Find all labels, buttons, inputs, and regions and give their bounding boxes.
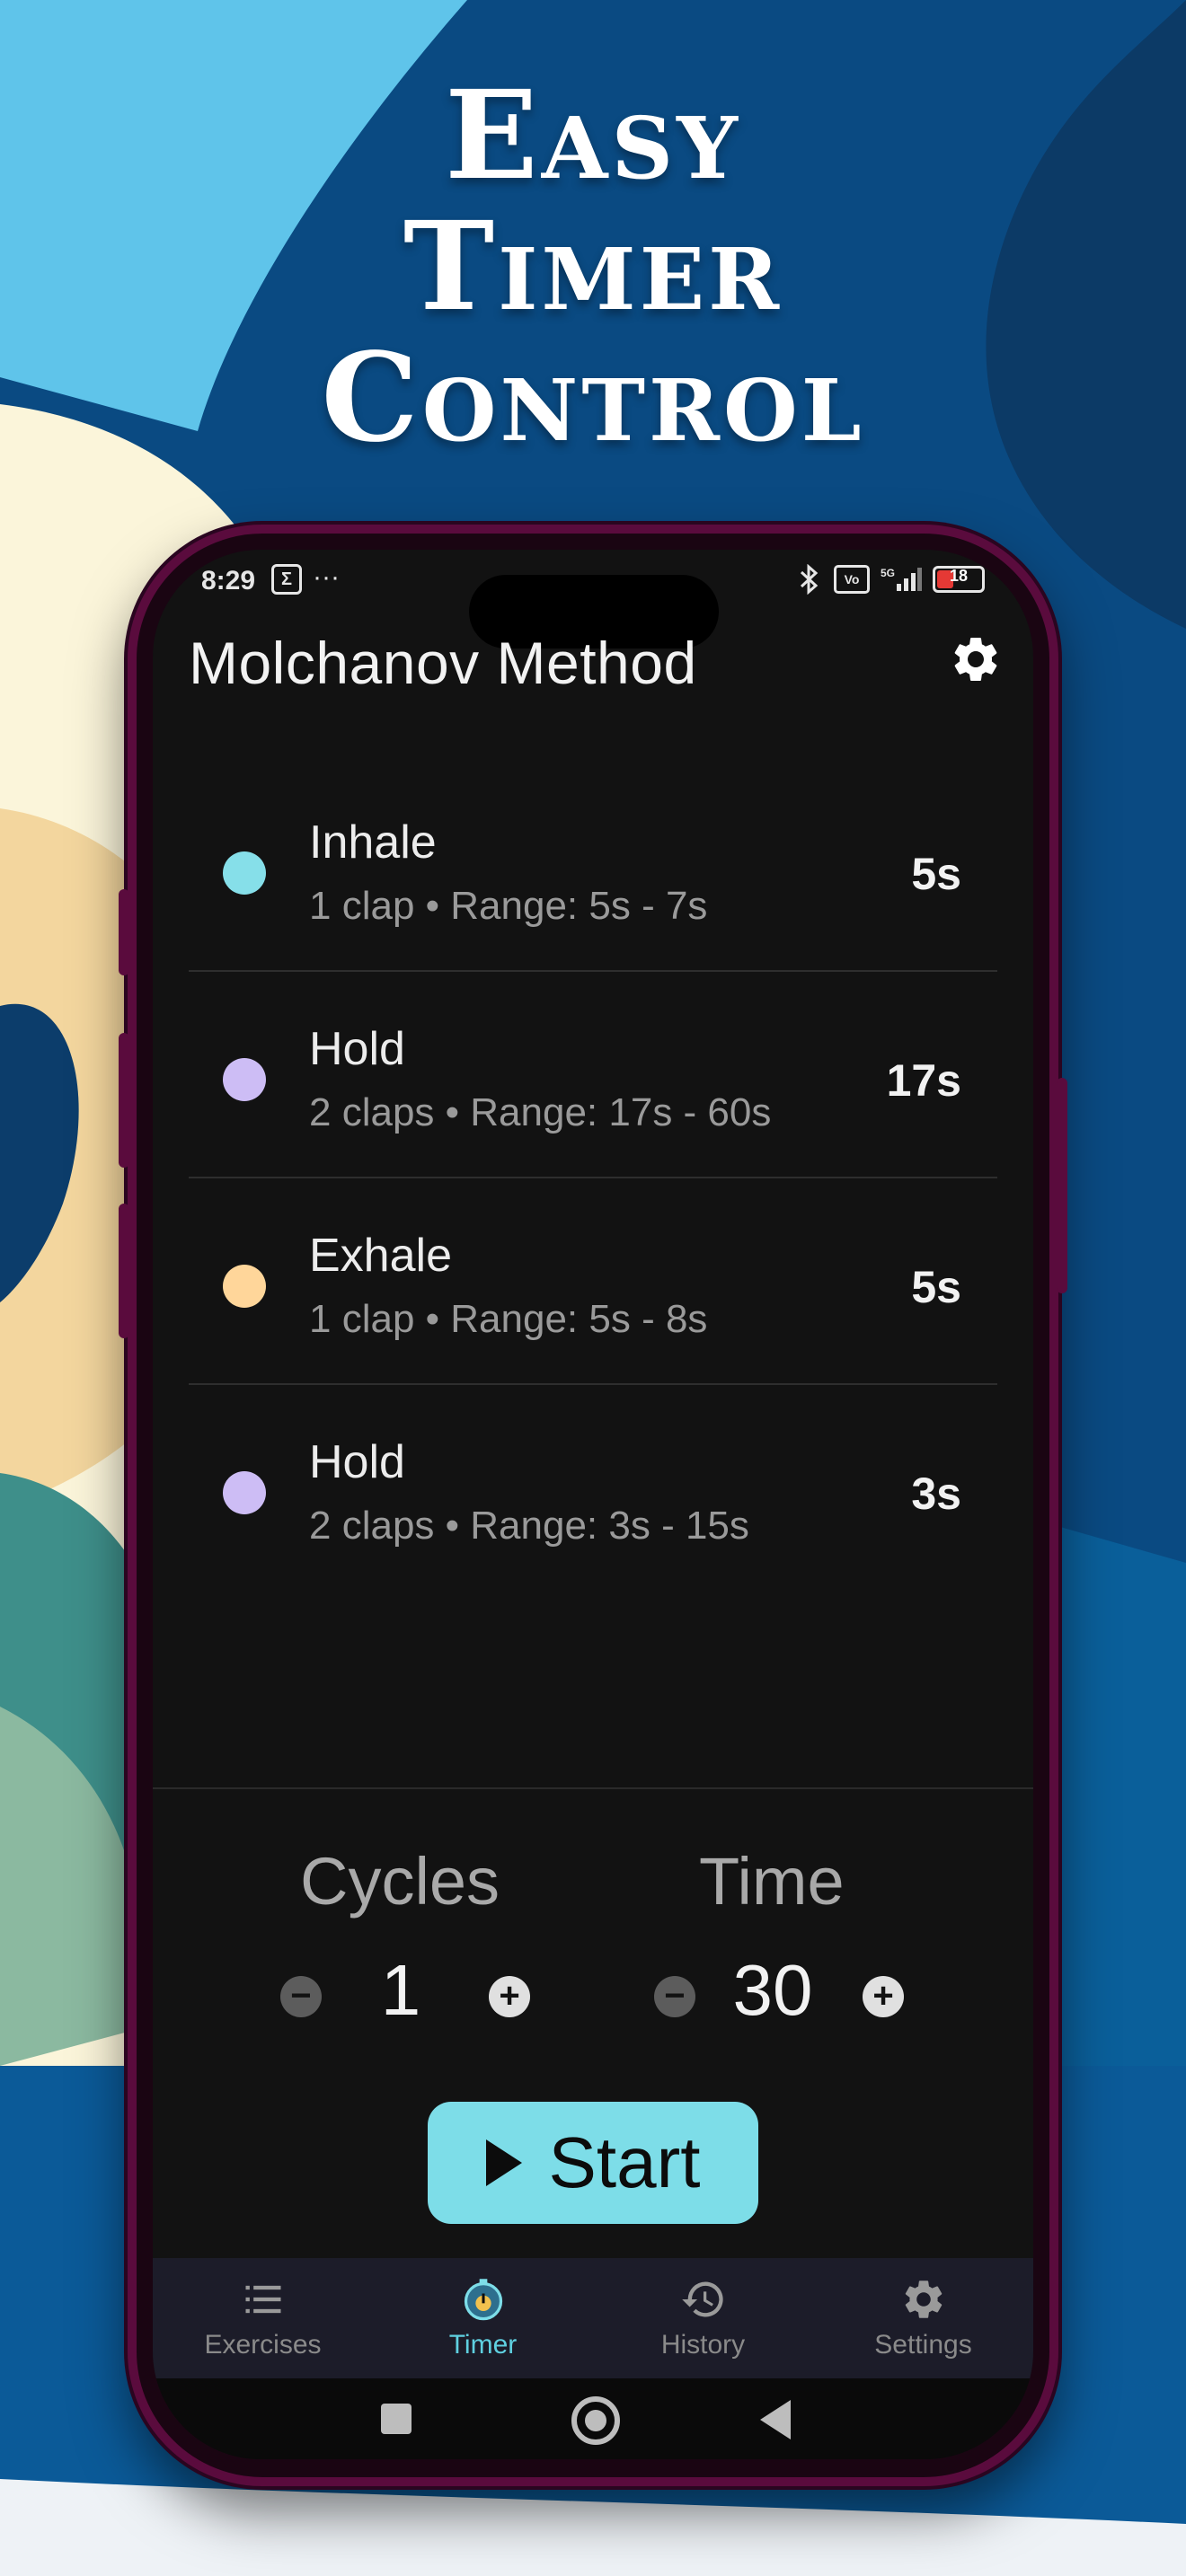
phase-row-hold-2[interactable]: Hold 2 claps • Range: 3s - 15s 3s bbox=[189, 1385, 997, 1590]
phase-duration: 17s bbox=[886, 1055, 961, 1106]
phase-row-exhale[interactable]: Exhale 1 clap • Range: 5s - 8s 5s bbox=[189, 1178, 997, 1385]
phase-color-dot bbox=[223, 851, 266, 895]
phase-color-dot bbox=[223, 1058, 266, 1101]
time-label: Time bbox=[699, 1844, 845, 1919]
home-icon[interactable] bbox=[571, 2396, 620, 2445]
time-decrement-button[interactable]: − bbox=[654, 1976, 695, 2017]
nav-label: History bbox=[660, 2330, 746, 2360]
start-button[interactable]: Start bbox=[428, 2102, 758, 2224]
nav-label: Settings bbox=[874, 2330, 972, 2360]
phase-detail: 2 claps • Range: 3s - 15s bbox=[309, 1504, 749, 1548]
battery-icon: 18 bbox=[933, 566, 985, 593]
timer-icon bbox=[464, 2279, 502, 2321]
bottom-navigation: Exercises Timer History Settings bbox=[153, 2258, 1033, 2378]
status-bar: 8:29 Σ ··· Vo 5G 18 bbox=[201, 559, 985, 604]
nav-history[interactable]: History bbox=[593, 2258, 813, 2378]
phase-list: Inhale 1 clap • Range: 5s - 7s 5s Hold 2… bbox=[189, 765, 997, 1590]
cycles-label: Cycles bbox=[300, 1844, 500, 1919]
more-notifications-icon: ··· bbox=[313, 562, 340, 592]
app-title: Molchanov Method bbox=[189, 630, 697, 696]
cycles-value: 1 bbox=[380, 1950, 421, 2030]
nav-label: Exercises bbox=[204, 2330, 322, 2360]
phone-screen: 8:29 Σ ··· Vo 5G 18 Molchanov Method Inh… bbox=[153, 550, 1033, 2459]
nav-timer[interactable]: Timer bbox=[373, 2258, 593, 2378]
phase-duration: 5s bbox=[911, 1262, 961, 1312]
recents-icon[interactable] bbox=[381, 2404, 412, 2434]
list-icon bbox=[245, 2285, 280, 2314]
bluetooth-icon bbox=[800, 564, 819, 595]
phone-volume-up bbox=[119, 1033, 129, 1168]
phase-name: Inhale bbox=[309, 816, 437, 869]
cycles-increment-button[interactable]: + bbox=[489, 1976, 530, 2017]
svg-text:5G: 5G bbox=[881, 567, 895, 579]
system-navigation-bar bbox=[153, 2378, 1033, 2459]
phase-detail: 1 clap • Range: 5s - 8s bbox=[309, 1297, 708, 1341]
controls-divider bbox=[153, 1787, 1033, 1789]
headline: Easy Timer Control bbox=[0, 70, 1186, 463]
gear-icon bbox=[905, 2280, 942, 2318]
volte-icon: Vo bbox=[834, 565, 870, 594]
signal-icon: 5G bbox=[881, 567, 922, 591]
phone-volume-down bbox=[119, 1204, 129, 1338]
time-value: 30 bbox=[732, 1950, 813, 2030]
headline-line-2: Timer bbox=[403, 195, 783, 339]
phase-duration: 3s bbox=[911, 1469, 961, 1519]
back-icon[interactable] bbox=[760, 2400, 791, 2439]
nav-settings[interactable]: Settings bbox=[813, 2258, 1033, 2378]
play-icon bbox=[485, 2139, 522, 2186]
phase-row-hold[interactable]: Hold 2 claps • Range: 17s - 60s 17s bbox=[189, 972, 997, 1178]
sigma-icon: Σ bbox=[271, 564, 302, 595]
phase-detail: 1 clap • Range: 5s - 7s bbox=[309, 884, 708, 928]
start-label: Start bbox=[548, 2122, 701, 2202]
time-increment-button[interactable]: + bbox=[863, 1976, 904, 2017]
phase-row-inhale[interactable]: Inhale 1 clap • Range: 5s - 7s 5s bbox=[189, 765, 997, 972]
status-icons: Vo 5G 18 bbox=[796, 564, 985, 595]
phase-name: Hold bbox=[309, 1023, 405, 1075]
nav-label: Timer bbox=[448, 2330, 518, 2360]
phase-detail: 2 claps • Range: 17s - 60s bbox=[309, 1090, 772, 1134]
headline-line-1: Easy bbox=[445, 64, 741, 207]
phone-side-button bbox=[119, 889, 129, 975]
phase-duration: 5s bbox=[911, 849, 961, 899]
phase-color-dot bbox=[223, 1265, 266, 1308]
headline-line-3: Control bbox=[321, 326, 865, 470]
nav-exercises[interactable]: Exercises bbox=[153, 2258, 373, 2378]
phase-name: Hold bbox=[309, 1436, 405, 1488]
phase-name: Exhale bbox=[309, 1230, 452, 1282]
settings-gear-icon[interactable] bbox=[949, 632, 1003, 686]
phone-power-button bbox=[1057, 1078, 1067, 1293]
cycles-decrement-button[interactable]: − bbox=[280, 1976, 322, 2017]
status-time: 8:29 bbox=[201, 566, 256, 595]
phase-color-dot bbox=[223, 1471, 266, 1514]
history-icon bbox=[681, 2281, 723, 2317]
battery-level: 18 bbox=[949, 567, 969, 585]
